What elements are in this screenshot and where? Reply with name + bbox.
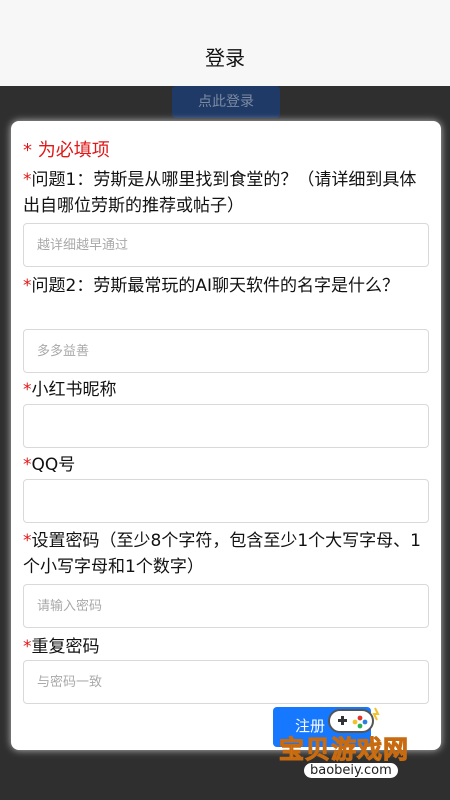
login-button: 点此登录 [172, 86, 280, 118]
nickname-field[interactable] [23, 404, 429, 448]
question1-label: *问题1：劳斯是从哪里找到食堂的？（请详细到具体出自哪位劳斯的推荐或帖子） [23, 170, 417, 216]
required-star: * [23, 455, 32, 475]
password-label: *设置密码（至少8个字符，包含至少1个大写字母、1个小写字母和1个数字） [23, 531, 421, 577]
required-star: * [23, 637, 32, 657]
question2-label: *问题2：劳斯最常玩的AI聊天软件的名字是什么？ [23, 276, 399, 296]
password-input[interactable] [37, 585, 428, 627]
register-form-modal: * 为必填项 *问题1：劳斯是从哪里找到食堂的？（请详细到具体出自哪位劳斯的推荐… [11, 121, 441, 750]
required-note: * 为必填项 [23, 140, 110, 161]
required-star: * [23, 276, 32, 296]
qq-field[interactable] [23, 479, 429, 523]
question1-field[interactable] [23, 223, 429, 267]
required-star: * [23, 170, 32, 190]
question1-input[interactable] [37, 224, 428, 266]
required-star: * [23, 531, 32, 551]
watermark-brand: 宝贝游戏网 [278, 735, 410, 765]
top-bar: 登录 [0, 0, 450, 86]
question2-field[interactable] [23, 329, 429, 373]
confirm-password-input[interactable] [37, 661, 428, 703]
confirm-password-field[interactable] [23, 660, 429, 704]
question2-input[interactable] [37, 330, 428, 372]
watermark: 宝贝游戏网 baobeiy.com [275, 700, 425, 785]
qq-input[interactable] [37, 480, 428, 522]
nickname-label: *小红书昵称 [23, 380, 117, 400]
watermark-url: baobeiy.com [304, 763, 398, 778]
qq-label: *QQ号 [23, 455, 76, 475]
nickname-input[interactable] [37, 405, 428, 447]
page-title: 登录 [205, 46, 245, 70]
password-field[interactable] [23, 584, 429, 628]
confirm-password-label: *重复密码 [23, 637, 100, 657]
required-star: * [23, 380, 32, 400]
